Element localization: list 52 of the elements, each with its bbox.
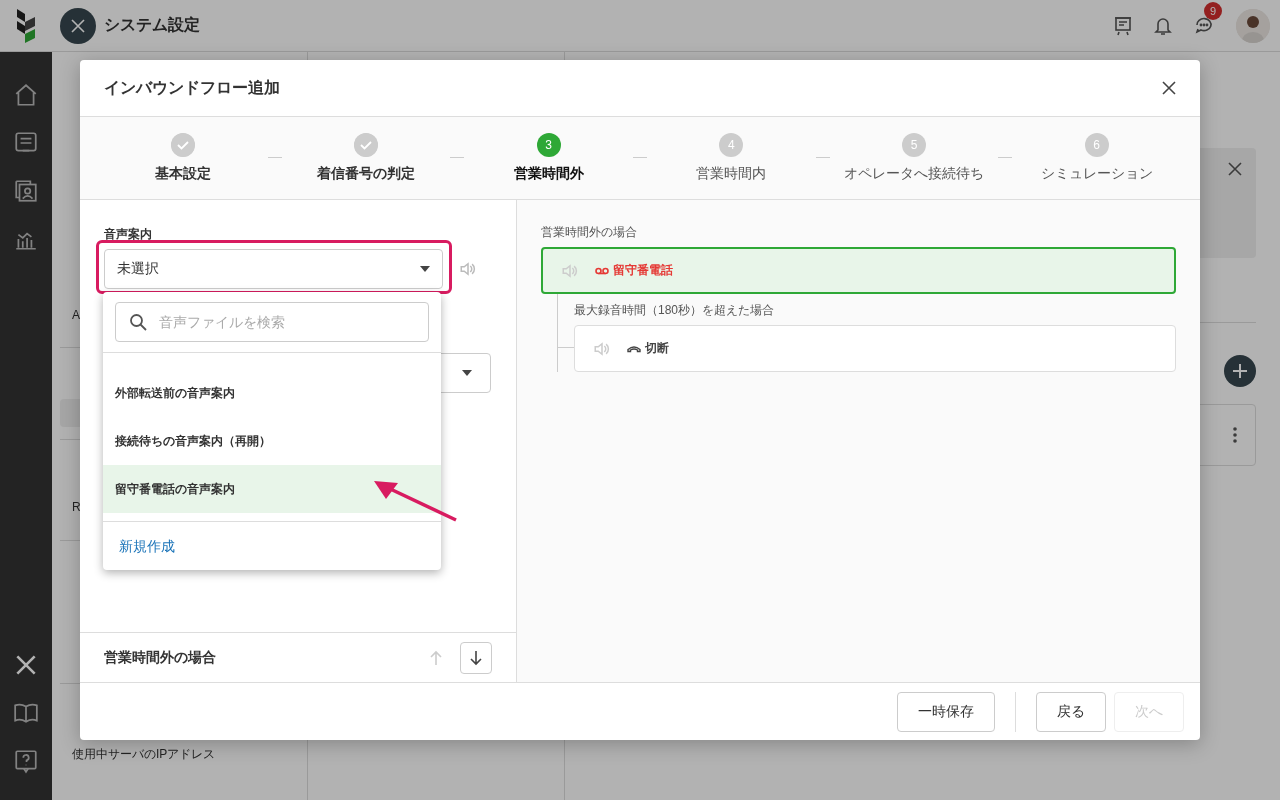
step-label: 営業時間外 <box>513 165 584 183</box>
flow-label: 営業時間外の場合 <box>541 224 638 241</box>
move-down-button[interactable] <box>460 641 492 674</box>
board-icon[interactable] <box>1114 15 1132 36</box>
close-icon[interactable] <box>1228 162 1242 176</box>
caret-icon <box>420 266 430 272</box>
footer-button[interactable]: 戻る <box>1036 691 1106 732</box>
step-label: シミュレーション <box>1040 165 1153 183</box>
arrow-down-icon <box>468 649 484 666</box>
footer-button[interactable]: 一時保存 <box>897 691 995 732</box>
contacts-icon[interactable] <box>13 178 39 204</box>
speaker-icon <box>561 261 579 280</box>
dropdown-option[interactable]: 外部転送前の音声案内 <box>103 369 441 417</box>
bell-icon[interactable] <box>1154 15 1172 36</box>
section-title: 営業時間外の場合 <box>104 648 216 667</box>
step-label: 基本設定 <box>155 165 212 183</box>
page-title: システム設定 <box>104 15 200 35</box>
dialog-title: インバウンドフロー追加 <box>104 77 280 98</box>
help-icon[interactable] <box>13 748 39 774</box>
menu-item[interactable]: A <box>60 305 80 325</box>
hang-up-icon <box>627 344 641 353</box>
voicemail-icon <box>595 265 609 276</box>
search-icon <box>129 313 147 331</box>
speaker-icon <box>593 339 611 358</box>
create-link[interactable]: 新規作成 <box>119 538 175 556</box>
dropdown-option[interactable]: 留守番電話の音声案内 <box>103 465 441 513</box>
search-field[interactable]: 音声ファイルを検索 <box>115 302 429 342</box>
field-label: 音声案内 <box>104 226 153 243</box>
flow-node[interactable]: 切断 <box>574 325 1176 372</box>
node-label: 切断 <box>645 340 669 357</box>
menu-item[interactable]: R <box>60 497 81 517</box>
dropdown-option[interactable]: 接続待ちの音声案内（再開） <box>103 417 441 465</box>
node-label: 留守番電話 <box>613 262 673 279</box>
home-icon[interactable] <box>13 82 39 108</box>
branch-condition: 最大録音時間（180秒）を超えた場合 <box>574 302 776 319</box>
select-field[interactable]: 未選択 <box>104 249 443 289</box>
speaker-icon <box>459 260 477 278</box>
step-label: 営業時間内 <box>696 165 767 183</box>
logo-icon[interactable] <box>15 8 37 43</box>
step-label: オペレータへ接続待ち <box>844 165 984 183</box>
arrow-up-icon <box>428 649 444 666</box>
caret-icon <box>462 370 472 376</box>
add-button[interactable] <box>1224 355 1256 387</box>
plus-icon <box>1232 363 1248 379</box>
notification-badge: 9 <box>1204 1 1222 20</box>
step-number: 3 <box>536 133 561 157</box>
flow-node[interactable]: 留守番電話 <box>541 247 1176 294</box>
step-label: 着信番号の判定 <box>317 165 415 183</box>
close-icon[interactable] <box>1162 81 1176 95</box>
chat-icon[interactable] <box>1194 15 1214 36</box>
more-icon[interactable] <box>1233 427 1237 443</box>
menu-item[interactable]: 使用中サーバのIPアドレス <box>60 744 216 764</box>
